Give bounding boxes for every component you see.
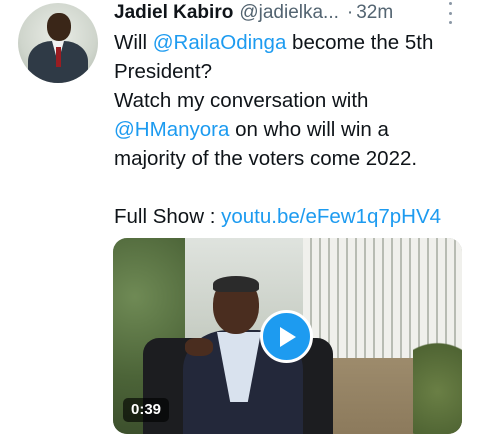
video-person-hand — [185, 338, 213, 356]
tweet-text: Will @RailaOdinga become the 5th Presiden… — [114, 28, 474, 231]
author-handle[interactable]: @jadielka... — [239, 2, 339, 24]
mention-link[interactable]: @HManyora — [114, 118, 229, 141]
text-segment: become the 5th — [286, 31, 434, 54]
play-icon — [279, 326, 296, 347]
text-line: @HManyora on who will win a — [114, 115, 474, 144]
text-line: President? — [114, 57, 474, 86]
avatar-figure-head — [47, 13, 71, 41]
url-link[interactable]: youtu.be/eFew1q7pHV4 — [221, 205, 441, 228]
text-line: Watch my conversation with — [114, 86, 474, 115]
text-segment: President? — [114, 60, 213, 83]
avatar[interactable] — [18, 3, 98, 83]
more-dot — [448, 21, 452, 24]
more-dot — [448, 11, 452, 15]
play-button[interactable] — [260, 310, 313, 363]
mention-link[interactable]: @RailaOdinga — [153, 31, 287, 54]
author-name[interactable]: Jadiel Kabiro — [114, 2, 233, 24]
video-scene-plant — [413, 328, 462, 434]
text-segment: Full Show : — [114, 205, 222, 228]
text-line: majority of the voters come 2022. — [114, 144, 474, 173]
text-line: Will @RailaOdinga become the 5th — [114, 28, 474, 57]
video-duration: 0:39 — [123, 398, 170, 422]
text-segment: on who will win a — [229, 118, 389, 141]
more-vertical-icon[interactable] — [446, 2, 454, 24]
text-segment: Watch my conversation with — [114, 89, 369, 112]
video-person-hair — [213, 276, 259, 292]
separator-dot: · — [346, 2, 354, 23]
timestamp[interactable]: 32m — [356, 2, 393, 24]
avatar-figure-tie — [56, 47, 61, 67]
text-blank-line — [114, 173, 474, 202]
text-segment: majority of the voters come 2022. — [114, 147, 418, 170]
text-line: Full Show : youtu.be/eFew1q7pHV4 — [114, 202, 474, 231]
more-dot — [448, 2, 452, 5]
video-player[interactable]: 0:39 — [113, 238, 462, 434]
tweet[interactable]: Jadiel Kabiro @jadielka... · 32m Will @R… — [0, 0, 480, 439]
text-segment: Will — [114, 31, 153, 54]
tweet-header: Jadiel Kabiro @jadielka... · 32m — [114, 0, 393, 26]
